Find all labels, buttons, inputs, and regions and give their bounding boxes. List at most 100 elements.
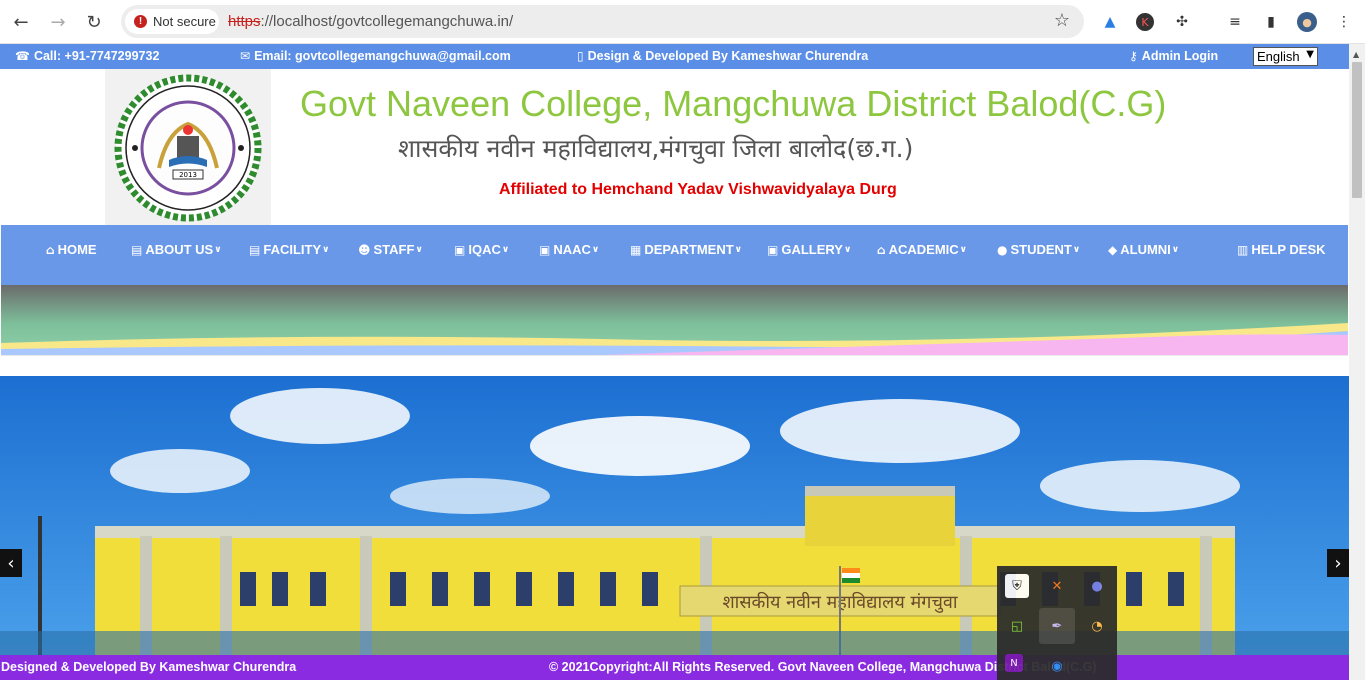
nav-label: FACILITY: [263, 242, 322, 257]
nav-label: ACADEMIC: [888, 242, 959, 257]
teams-icon[interactable]: ●: [1085, 574, 1109, 598]
address-book-icon: ▥: [1237, 242, 1249, 257]
chevron-down-icon: ∨: [843, 244, 852, 255]
nav-label: HOME: [57, 242, 97, 257]
chevron-down-icon: ∨: [1171, 244, 1180, 255]
nav-item-department[interactable]: ▦ DEPARTMENT ∨: [630, 242, 742, 257]
chevron-down-icon: ∨: [1072, 244, 1081, 255]
nav-item-facility[interactable]: ▤ FACILITY ∨: [249, 242, 329, 257]
envelope-icon: ✉: [240, 49, 251, 63]
call-text: Call: +91-7747299732: [33, 49, 160, 63]
nav-item-help-desk[interactable]: ▥ HELP DESK: [1237, 242, 1326, 257]
nav-label: DEPARTMENT: [644, 242, 734, 257]
security-label: Not secure: [153, 14, 216, 29]
bookmark-star-icon[interactable]: ☆: [1054, 10, 1070, 31]
forward-icon[interactable]: →: [45, 9, 71, 35]
url-scheme: https: [228, 13, 261, 30]
file-icon: ▯: [577, 49, 584, 63]
nav-label: STAFF: [373, 242, 415, 257]
feather-app-icon[interactable]: ✒: [1039, 608, 1075, 644]
svg-text:2013: 2013: [179, 171, 197, 179]
onenote-icon[interactable]: N: [1005, 654, 1023, 672]
design-credit: ▯ Design & Developed By Kameshwar Churen…: [577, 49, 868, 63]
top-info-bar: ☎ Call: +91-7747299732 ✉ Email: govtcoll…: [0, 44, 1349, 69]
menu-kebab-icon[interactable]: ⋮: [1334, 12, 1354, 32]
user-icon: ●: [997, 242, 1008, 257]
nav-item-academic[interactable]: ⌂ ACADEMIC ∨: [877, 242, 967, 257]
graduation-cap-icon: ◆: [1108, 242, 1118, 257]
extension-icon[interactable]: ▲: [1100, 12, 1120, 32]
email-info[interactable]: ✉ Email: govtcollegemangchuwa@gmail.com: [240, 49, 511, 63]
back-icon[interactable]: ←: [8, 9, 34, 35]
language-select[interactable]: English ▼: [1253, 47, 1318, 66]
admin-login-link[interactable]: ⚷ Admin Login: [1129, 49, 1218, 63]
nav-item-iqac[interactable]: ▣ IQAC ∨: [454, 242, 509, 257]
image-icon: ▣: [539, 242, 551, 257]
reload-icon[interactable]: ↻: [81, 9, 107, 35]
chevron-down-icon: ∨: [322, 244, 330, 255]
slider-next-button[interactable]: ›: [1327, 549, 1349, 577]
slider-prev-button[interactable]: ‹: [0, 549, 22, 577]
divider: [1, 355, 1348, 356]
email-text: Email: govtcollegemangchuwa@gmail.com: [254, 49, 511, 63]
nav-item-home[interactable]: ⌂ HOME: [46, 242, 97, 257]
vpn-app-icon[interactable]: ◔: [1085, 614, 1109, 638]
chevron-right-icon: ›: [1334, 552, 1342, 574]
chevron-down-icon: ∨: [734, 244, 742, 255]
college-logo[interactable]: 2013: [105, 69, 271, 225]
page-scrollbar[interactable]: ▲: [1349, 44, 1365, 680]
chevron-down-icon: ∨: [415, 244, 423, 255]
security-chip[interactable]: ! Not secure: [125, 9, 219, 34]
footer-credit: Designed & Developed By Kameshwar Churen…: [1, 660, 297, 674]
security-shield-icon[interactable]: ⛨: [1005, 574, 1029, 598]
media-controls-icon[interactable]: ≡: [1225, 12, 1245, 32]
affiliation-text: Affiliated to Hemchand Yadav Vishwavidya…: [499, 181, 897, 198]
scrollbar-thumb[interactable]: [1352, 62, 1362, 198]
chevron-down-icon: ∨: [959, 244, 967, 255]
nav-label: ALUMNI: [1120, 242, 1171, 257]
browser-app-icon[interactable]: ◉: [1045, 654, 1069, 678]
nav-item-gallery[interactable]: ▣ GALLERY ∨: [767, 242, 851, 257]
college-title-hindi: शासकीय नवीन महाविद्यालय,मंगचुवा जिला बाल…: [398, 134, 914, 163]
image-icon: ▣: [454, 242, 466, 257]
puzzle-extensions-icon[interactable]: ✣: [1172, 12, 1192, 32]
users-icon: ☻: [358, 242, 371, 257]
call-info[interactable]: ☎ Call: +91-7747299732: [15, 49, 159, 63]
system-tray-popup: ⛨ ✕ ● ◱ ✒ ◔ N ◉: [997, 566, 1117, 680]
xampp-icon[interactable]: ✕: [1045, 574, 1069, 598]
admin-login-label: Admin Login: [1141, 49, 1219, 63]
nav-label: STUDENT: [1010, 242, 1072, 257]
design-text: Design & Developed By Kameshwar Churendr…: [587, 49, 869, 63]
nav-item-staff[interactable]: ☻ STAFF ∨: [358, 242, 423, 257]
nav-label: NAAC: [553, 242, 591, 257]
home-icon: ⌂: [46, 242, 55, 257]
university-icon: ⌂: [877, 242, 886, 257]
scroll-up-icon[interactable]: ▲: [1353, 50, 1359, 59]
chevron-down-icon: ∨: [214, 244, 222, 255]
warning-icon: !: [134, 15, 147, 28]
chevron-down-icon: ∨: [591, 244, 600, 255]
avatar[interactable]: ●: [1297, 12, 1317, 32]
site-header: 2013 Govt Naveen College, Mangchuwa Dist…: [0, 69, 1349, 225]
nav-item-alumni[interactable]: ◆ ALUMNI ∨: [1108, 242, 1179, 257]
nav-item-student[interactable]: ● STUDENT ∨: [997, 242, 1080, 257]
key-icon: ⚷: [1129, 49, 1138, 63]
decorative-wave-banner: [1, 285, 1348, 355]
nav-item-about-us[interactable]: ▤ ABOUT US ∨: [131, 242, 222, 257]
id-card-icon: ▤: [131, 242, 143, 257]
url-text[interactable]: https://localhost/govtcollegemangchuwa.i…: [228, 13, 513, 30]
address-bar[interactable]: ! Not secure https://localhost/govtcolle…: [121, 5, 1084, 38]
side-panel-icon[interactable]: ▮: [1261, 12, 1281, 32]
college-seal-icon: 2013: [114, 74, 262, 222]
site-footer: Designed & Developed By Kameshwar Churen…: [0, 655, 1349, 680]
nav-item-naac[interactable]: ▣ NAAC ∨: [539, 242, 599, 257]
profile-extension-icon[interactable]: K: [1136, 13, 1154, 31]
chevron-down-icon: ∨: [501, 244, 510, 255]
chevron-left-icon: ‹: [7, 552, 15, 574]
nav-label: HELP DESK: [1251, 242, 1326, 257]
building-icon: ▦: [630, 242, 642, 257]
hero-slider-image[interactable]: शासकीय नवीन महाविद्यालय मंगचुवा: [0, 376, 1349, 655]
sync-app-icon[interactable]: ◱: [1005, 614, 1029, 638]
nav-label: IQAC: [468, 242, 501, 257]
college-title-english: Govt Naveen College, Mangchuwa District …: [300, 83, 1167, 124]
